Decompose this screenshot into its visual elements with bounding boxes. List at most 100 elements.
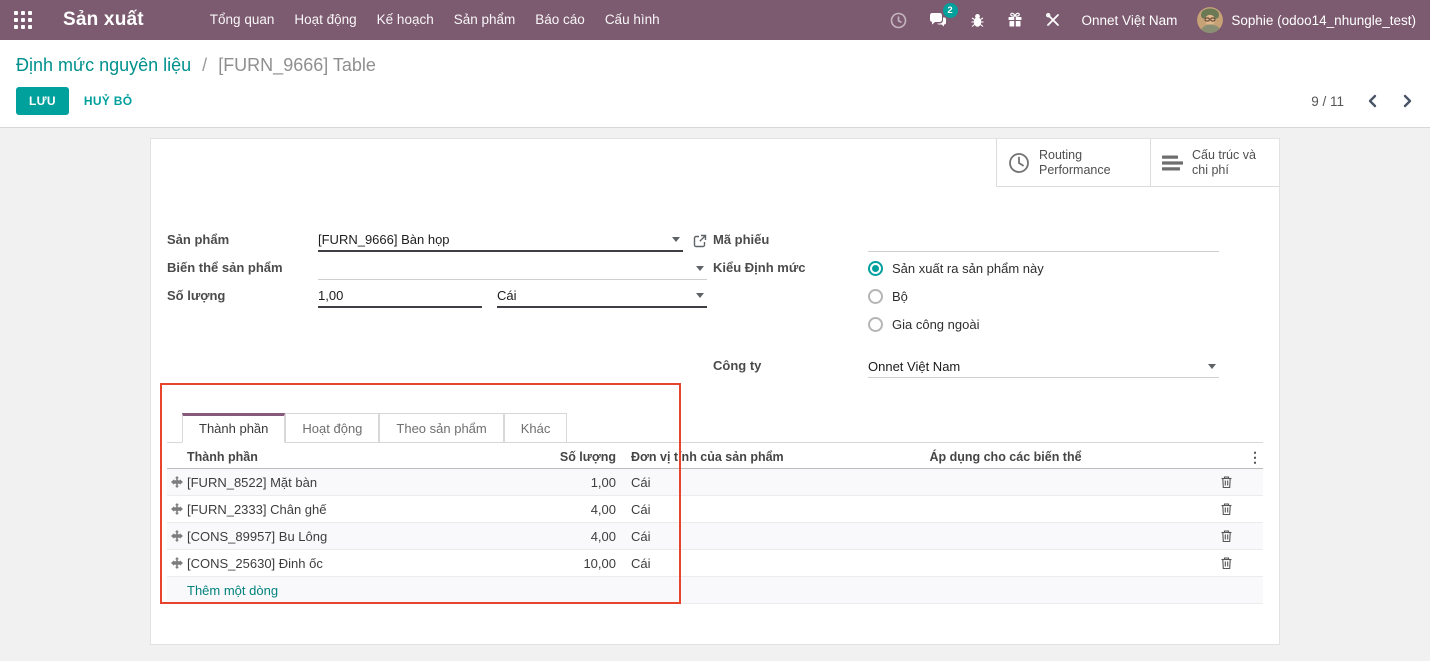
- component-qty[interactable]: 10,00: [532, 556, 616, 571]
- discard-button[interactable]: HUỶ BỎ: [84, 94, 132, 108]
- table-row[interactable]: [FURN_2333] Chân ghế 4,00 Cái: [167, 496, 1263, 523]
- drag-handle-icon[interactable]: [167, 530, 187, 542]
- radio-option-kit[interactable]: Bộ: [868, 289, 1219, 304]
- field-label: Số lượng: [167, 287, 318, 308]
- component-name[interactable]: [CONS_89957] Bu Lông: [187, 529, 532, 544]
- message-count-badge: 2: [943, 3, 958, 18]
- delete-row-icon[interactable]: [1205, 556, 1247, 570]
- field-label: Sản phẩm: [167, 231, 318, 252]
- reference-input[interactable]: [868, 231, 1219, 252]
- tab-theo-san-pham[interactable]: Theo sản phẩm: [379, 413, 503, 442]
- field-label: Mã phiếu: [713, 231, 868, 252]
- radio-selected-icon[interactable]: [868, 261, 883, 276]
- save-button[interactable]: LƯU: [16, 87, 69, 115]
- systray: 2: [879, 0, 1430, 40]
- component-uom[interactable]: Cái: [616, 475, 806, 490]
- chevron-down-icon[interactable]: [672, 237, 680, 242]
- routing-performance-button[interactable]: Routing Performance: [996, 139, 1150, 187]
- quantity-input[interactable]: 1,00: [318, 287, 482, 308]
- tab-khac[interactable]: Khác: [504, 413, 568, 442]
- pager-next-icon[interactable]: [1401, 94, 1414, 108]
- radio-unselected-icon[interactable]: [868, 289, 883, 304]
- menu-ke-hoach[interactable]: Kế hoạch: [367, 0, 444, 40]
- form-sheet: Routing Performance Cấu trúc và chi phí …: [150, 138, 1280, 645]
- radio-option-produce[interactable]: Sản xuất ra sản phẩm này: [868, 261, 1219, 276]
- breadcrumb-separator: /: [202, 55, 207, 75]
- external-link-icon[interactable]: [693, 234, 707, 248]
- column-header-name[interactable]: Thành phần: [187, 450, 532, 464]
- bom-structure-cost-button[interactable]: Cấu trúc và chi phí: [1150, 139, 1279, 187]
- optional-columns-toggle-icon[interactable]: [1247, 450, 1263, 464]
- messages-button[interactable]: 2: [918, 0, 959, 40]
- drag-handle-icon[interactable]: [167, 503, 187, 515]
- debug-button[interactable]: [959, 0, 996, 40]
- component-name[interactable]: [FURN_8522] Mặt bàn: [187, 475, 532, 490]
- chevron-down-icon[interactable]: [696, 293, 704, 298]
- gift-button[interactable]: [996, 0, 1034, 40]
- drag-handle-icon[interactable]: [167, 557, 187, 569]
- bars-icon: [1162, 154, 1183, 172]
- breadcrumb: Định mức nguyên liệu / [FURN_9666] Table: [16, 53, 1414, 77]
- variant-input[interactable]: [318, 259, 707, 280]
- tab-thanh-phan[interactable]: Thành phần: [182, 413, 285, 443]
- radio-unselected-icon[interactable]: [868, 317, 883, 332]
- user-avatar[interactable]: [1197, 7, 1223, 33]
- pager: 9 / 11: [1311, 94, 1414, 109]
- gift-icon: [1007, 12, 1023, 28]
- drag-handle-icon[interactable]: [167, 476, 187, 488]
- component-uom[interactable]: Cái: [616, 502, 806, 517]
- table-row[interactable]: [FURN_8522] Mặt bàn 1,00 Cái: [167, 469, 1263, 496]
- company-input[interactable]: Onnet Việt Nam: [868, 357, 1219, 378]
- bug-icon: [970, 13, 985, 28]
- support-tools-button[interactable]: [1034, 0, 1072, 40]
- apps-grid-icon: [14, 11, 32, 29]
- radio-option-label: Sản xuất ra sản phẩm này: [892, 261, 1044, 276]
- app-name[interactable]: Sản xuất: [63, 9, 144, 31]
- component-qty[interactable]: 4,00: [532, 502, 616, 517]
- company-switcher[interactable]: Onnet Việt Nam: [1082, 13, 1178, 28]
- company-value: Onnet Việt Nam: [868, 359, 960, 374]
- delete-row-icon[interactable]: [1205, 529, 1247, 543]
- clock-icon: [1008, 152, 1030, 174]
- component-uom[interactable]: Cái: [616, 529, 806, 544]
- product-input[interactable]: [FURN_9666] Bàn họp: [318, 231, 683, 252]
- column-header-variants[interactable]: Áp dụng cho các biến thể: [806, 450, 1205, 464]
- component-uom[interactable]: Cái: [616, 556, 806, 571]
- delete-row-icon[interactable]: [1205, 502, 1247, 516]
- column-header-uom[interactable]: Đơn vị tính của sản phẩm: [616, 450, 806, 464]
- field-company: Công ty Onnet Việt Nam: [713, 357, 1219, 378]
- stat-button-label: Cấu trúc và chi phí: [1192, 148, 1271, 178]
- top-navbar: Sản xuất Tổng quan Hoạt động Kế hoạch Sả…: [0, 0, 1430, 40]
- components-table: Thành phần Số lượng Đơn vị tính của sản …: [167, 445, 1263, 604]
- component-name[interactable]: [FURN_2333] Chân ghế: [187, 502, 532, 517]
- menu-hoat-dong[interactable]: Hoạt động: [284, 0, 366, 40]
- chevron-down-icon[interactable]: [696, 266, 704, 271]
- column-header-qty[interactable]: Số lượng: [532, 450, 616, 464]
- menu-bao-cao[interactable]: Báo cáo: [525, 0, 595, 40]
- user-name[interactable]: Sophie (odoo14_nhungle_test): [1231, 13, 1416, 28]
- field-quantity: Số lượng 1,00 Cái: [167, 287, 707, 308]
- radio-option-label: Bộ: [892, 289, 908, 304]
- chevron-down-icon[interactable]: [1208, 364, 1216, 369]
- tab-hoat-dong[interactable]: Hoạt động: [285, 413, 379, 442]
- table-row[interactable]: [CONS_89957] Bu Lông 4,00 Cái: [167, 523, 1263, 550]
- component-qty[interactable]: 4,00: [532, 529, 616, 544]
- menu-cau-hinh[interactable]: Cấu hình: [595, 0, 670, 40]
- pager-previous-icon[interactable]: [1366, 94, 1379, 108]
- table-row[interactable]: [CONS_25630] Đinh ốc 10,00 Cái: [167, 550, 1263, 577]
- stat-button-box: Routing Performance Cấu trúc và chi phí: [151, 139, 1279, 187]
- field-label: Công ty: [713, 357, 868, 378]
- delete-row-icon[interactable]: [1205, 475, 1247, 489]
- uom-input[interactable]: Cái: [497, 287, 707, 308]
- component-name[interactable]: [CONS_25630] Đinh ốc: [187, 556, 532, 571]
- add-line-link[interactable]: Thêm một dòng: [187, 583, 278, 598]
- menu-tong-quan[interactable]: Tổng quan: [200, 0, 285, 40]
- component-qty[interactable]: 1,00: [532, 475, 616, 490]
- form-fields: Sản phẩm [FURN_9666] Bàn họp: [151, 187, 1279, 385]
- apps-menu-button[interactable]: [0, 0, 46, 40]
- activities-button[interactable]: [879, 0, 918, 40]
- menu-san-pham[interactable]: Sản phẩm: [444, 0, 526, 40]
- radio-option-subcontracting[interactable]: Gia công ngoài: [868, 317, 1219, 332]
- breadcrumb-current: [FURN_9666] Table: [218, 55, 376, 75]
- breadcrumb-parent-link[interactable]: Định mức nguyên liệu: [16, 55, 191, 75]
